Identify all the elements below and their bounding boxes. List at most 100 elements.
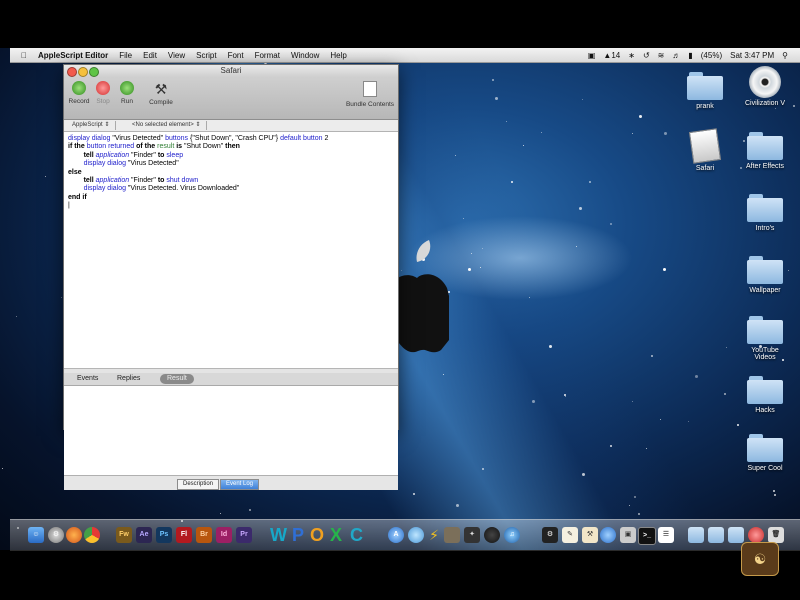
indesign-icon[interactable]: Id	[216, 527, 232, 543]
desktop-icon-safari[interactable]: Safari	[672, 128, 738, 172]
lightning-app-icon[interactable]: ⚡	[426, 527, 442, 543]
star	[549, 345, 552, 348]
dock-letter-o[interactable]: O	[310, 524, 324, 546]
menu-help[interactable]: Help	[330, 51, 346, 60]
volume-icon[interactable]: ♬	[672, 51, 680, 60]
window-titlebar[interactable]: Safari	[64, 65, 398, 77]
trash-icon[interactable]: 🗑	[768, 527, 784, 543]
compile-button[interactable]: ⚒ Compile	[146, 81, 176, 106]
desktop-icon-intros[interactable]: Intro's	[732, 194, 798, 232]
star	[688, 421, 689, 422]
tab-events[interactable]: Events	[70, 374, 105, 384]
bundle-contents-button[interactable]: Bundle Contents	[342, 81, 398, 108]
chrome-icon[interactable]	[84, 527, 100, 543]
menu-window[interactable]: Window	[291, 51, 319, 60]
menu-script[interactable]: Script	[196, 51, 216, 60]
flash-icon[interactable]: Fl	[176, 527, 192, 543]
script-editor[interactable]: display dialog "Virus Detected" buttons …	[64, 132, 398, 368]
star-app-icon[interactable]: ✦	[464, 527, 480, 543]
desktop-icon-after-effects[interactable]: After Effects	[732, 132, 798, 170]
star	[638, 513, 640, 515]
star	[632, 401, 633, 402]
bundle-contents-label: Bundle Contents	[345, 101, 395, 108]
app-icon[interactable]	[748, 527, 764, 543]
star	[773, 490, 775, 492]
star	[506, 121, 507, 122]
terminal-icon[interactable]: >_	[638, 527, 656, 545]
fireworks-icon[interactable]: Fw	[116, 527, 132, 543]
close-button[interactable]	[67, 67, 77, 77]
after-effects-icon[interactable]: Ae	[136, 527, 152, 543]
result-tabs: Events Replies Result	[64, 373, 398, 386]
dock-folder-icon[interactable]	[708, 527, 724, 543]
desktop-icon-civilization[interactable]: Civilization V	[732, 66, 798, 107]
desktop-icon-label: Safari	[695, 165, 715, 172]
time-machine-icon[interactable]: ↺	[643, 51, 650, 60]
spotlight-icon[interactable]: ⚲	[782, 51, 788, 60]
screen-sharing-icon[interactable]: ▣	[588, 51, 596, 60]
photo-app-icon[interactable]	[444, 527, 460, 543]
app-menu[interactable]: AppleScript Editor	[38, 51, 108, 60]
photoshop-icon[interactable]: Ps	[156, 527, 172, 543]
star	[45, 176, 46, 177]
clock[interactable]: Sat 3:47 PM	[730, 51, 774, 60]
star	[774, 494, 776, 496]
stop-label: Stop	[96, 98, 110, 105]
code-line: tell application "Finder" to shut down	[83, 177, 199, 185]
folder-icon	[747, 256, 783, 284]
dock-letter-x[interactable]: X	[330, 524, 342, 546]
element-popup[interactable]: <No selected element> ⇕	[126, 121, 208, 130]
battery-icon[interactable]: ▮	[688, 51, 692, 60]
desktop-icon-hacks[interactable]: Hacks	[732, 376, 798, 414]
star	[482, 248, 483, 249]
minimize-button[interactable]	[78, 67, 88, 77]
dock-folder-icon[interactable]	[688, 527, 704, 543]
tab-event-log[interactable]: Event Log	[220, 479, 260, 490]
dock-letter-c[interactable]: C	[350, 524, 363, 546]
desktop-icon-prank[interactable]: prank	[672, 72, 738, 110]
menu-view[interactable]: View	[168, 51, 185, 60]
bluetooth-icon[interactable]: ∗	[628, 51, 635, 60]
notification-badge[interactable]: ▲14	[603, 51, 620, 60]
itunes-icon[interactable]: ♫	[504, 527, 520, 543]
menu-file[interactable]: File	[119, 51, 132, 60]
star	[724, 393, 726, 395]
desktop-icon-super-cool[interactable]: Super Cool	[732, 434, 798, 472]
zoom-button[interactable]	[89, 67, 99, 77]
menu-font[interactable]: Font	[228, 51, 244, 60]
apple-menu-icon[interactable]: 	[21, 51, 27, 60]
dock-letter-w[interactable]: W	[270, 524, 287, 546]
result-pane[interactable]	[64, 386, 398, 475]
appstore-dock-icon[interactable]	[600, 527, 616, 543]
dvd-player-icon[interactable]	[484, 527, 500, 543]
premiere-icon[interactable]: Pr	[236, 527, 252, 543]
tab-replies[interactable]: Replies	[110, 374, 147, 384]
language-popup[interactable]: AppleScript ⇕	[66, 121, 117, 130]
wifi-icon[interactable]: ≋	[658, 51, 665, 60]
system-preferences-icon[interactable]: ⚙	[48, 527, 64, 543]
finder-icon[interactable]: ☺	[28, 527, 44, 543]
menu-edit[interactable]: Edit	[143, 51, 157, 60]
preview-icon[interactable]: ▣	[620, 527, 636, 543]
ichat-icon[interactable]	[408, 527, 424, 543]
compile-label: Compile	[149, 99, 173, 106]
app-store-icon[interactable]: A	[388, 527, 404, 543]
bridge-icon[interactable]: Br	[196, 527, 212, 543]
menu-format[interactable]: Format	[255, 51, 280, 60]
dock-folder-icon[interactable]	[728, 527, 744, 543]
folder-icon	[687, 72, 723, 100]
star	[660, 419, 661, 420]
textedit-icon[interactable]: ✎	[562, 527, 578, 543]
star	[664, 132, 667, 135]
desktop-icon-wallpaper[interactable]: Wallpaper	[732, 256, 798, 294]
firefox-icon[interactable]	[66, 527, 82, 543]
utility-app-icon[interactable]: ⚙	[542, 527, 558, 543]
script-editor-dock-icon[interactable]: ⚒	[582, 527, 598, 543]
dock-letter-p[interactable]: P	[292, 524, 304, 546]
run-button[interactable]: Run	[112, 81, 142, 105]
document-icon[interactable]: ☰	[658, 527, 674, 543]
star	[529, 297, 530, 298]
tab-description[interactable]: Description	[177, 479, 220, 490]
desktop-icon-youtube-videos[interactable]: YouTube Videos	[732, 316, 798, 361]
tab-result[interactable]: Result	[160, 374, 194, 384]
